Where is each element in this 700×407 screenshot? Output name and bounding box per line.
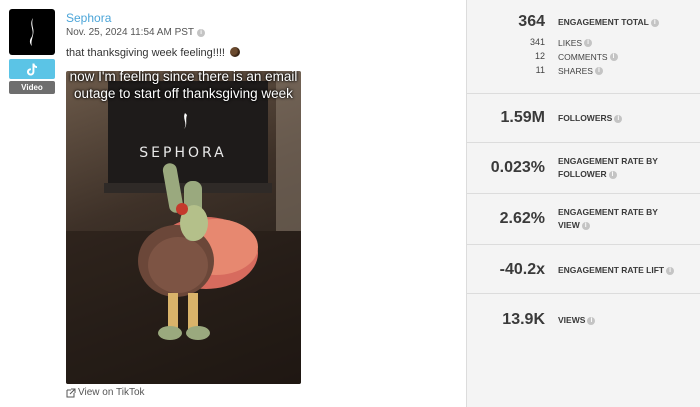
view-link-text[interactable]: View on TikTok	[78, 387, 145, 398]
engagement-rate-follower-label-line2-wrap: FOLLOWER i	[558, 168, 658, 181]
post-media-thumbnail[interactable]: SEPHORA now I'm feeling since there is a…	[66, 71, 301, 384]
sephora-logo-icon	[29, 18, 34, 46]
engagement-total-label: ENGAGEMENT TOTAL i	[558, 16, 659, 29]
views-value: 13.9K	[502, 311, 545, 328]
info-icon[interactable]: i	[609, 53, 618, 61]
followers-label-text: FOLLOWERS	[558, 113, 613, 123]
metric-followers: 1.59M FOLLOWERS i	[467, 94, 700, 143]
engagement-rate-view-label-line2-wrap: VIEW i	[558, 219, 658, 232]
timestamp-text: Nov. 25, 2024 11:54 AM PST	[66, 27, 195, 38]
comments-label: COMMENTS i	[558, 52, 618, 62]
likes-label-text: LIKES	[558, 38, 583, 48]
engagement-rate-view-label-line2: VIEW	[558, 220, 580, 230]
info-icon[interactable]: i	[650, 18, 659, 27]
view-on-tiktok-link[interactable]: View on TikTok	[66, 387, 145, 398]
metric-engagement-rate-follower: 0.023% ENGAGEMENT RATE BY FOLLOWER i	[467, 143, 700, 194]
views-label: VIEWS i	[558, 314, 596, 327]
metric-engagement-rate-view: 2.62% ENGAGEMENT RATE BY VIEW i	[467, 194, 700, 245]
engagement-rate-lift-value: -40.2x	[499, 261, 545, 278]
media-brand-text: SEPHORA	[139, 145, 226, 161]
tiktok-platform-badge	[9, 59, 55, 79]
likes-label: LIKES i	[558, 38, 593, 48]
shares-label-text: SHARES	[558, 66, 593, 76]
info-icon[interactable]: i	[587, 316, 596, 325]
tiktok-icon	[27, 63, 37, 75]
metric-engagement-rate-lift: -40.2x ENGAGEMENT RATE LIFT i	[467, 245, 700, 294]
caption-text: that thanksgiving week feeling!!!!	[66, 47, 225, 59]
engagement-rate-follower-label-line1: ENGAGEMENT RATE BY	[558, 156, 658, 166]
info-icon[interactable]: i	[584, 39, 593, 47]
likes-value-wrap: 341	[505, 37, 545, 49]
media-type-tag: Video	[9, 81, 55, 94]
engagement-rate-follower-label: ENGAGEMENT RATE BY FOLLOWER i	[558, 155, 658, 181]
shares-value-wrap: 11	[505, 65, 545, 77]
engagement-rate-view-label: ENGAGEMENT RATE BY VIEW i	[558, 206, 658, 232]
account-avatar[interactable]	[9, 9, 55, 55]
engagement-total-value: 364	[518, 13, 545, 30]
pie-emoji-icon	[230, 47, 241, 57]
info-icon[interactable]: i	[197, 28, 206, 37]
post-caption: that thanksgiving week feeling!!!!	[66, 47, 241, 59]
engagement-rate-follower-label-line2: FOLLOWER	[558, 169, 607, 179]
likes-value: 341	[529, 37, 545, 47]
account-name-link[interactable]: Sephora	[66, 11, 111, 25]
engagement-rate-follower-value: 0.023%	[490, 159, 545, 176]
engagement-rate-view-label-line1: ENGAGEMENT RATE BY	[558, 207, 658, 217]
engagement-total-label-text: ENGAGEMENT TOTAL	[558, 17, 649, 27]
post-timestamp: Nov. 25, 2024 11:54 AM PST i	[66, 27, 206, 38]
post-panel: Video Sephora Nov. 25, 2024 11:54 AM PST…	[0, 0, 466, 407]
info-icon[interactable]: i	[581, 221, 590, 230]
metric-views: 13.9K VIEWS i	[467, 294, 700, 407]
metric-engagement-total: 364 ENGAGEMENT TOTAL i 341 LIKES i 12 CO…	[467, 0, 700, 94]
metrics-panel: 364 ENGAGEMENT TOTAL i 341 LIKES i 12 CO…	[467, 0, 700, 407]
engagement-rate-view-value: 2.62%	[499, 210, 545, 227]
views-label-text: VIEWS	[558, 315, 586, 325]
followers-value: 1.59M	[500, 109, 545, 126]
info-icon[interactable]: i	[614, 114, 623, 123]
shares-value: 11	[535, 65, 545, 75]
followers-label: FOLLOWERS i	[558, 112, 623, 125]
info-icon[interactable]: i	[666, 266, 675, 275]
media-image: SEPHORA	[66, 71, 301, 384]
media-overlay-text: now I'm feeling since there is an email …	[69, 71, 298, 101]
comments-label-text: COMMENTS	[558, 52, 608, 62]
comments-value: 12	[534, 51, 545, 61]
engagement-rate-lift-label-text: ENGAGEMENT RATE LIFT	[558, 265, 665, 275]
comments-value-wrap: 12	[505, 51, 545, 63]
info-icon[interactable]: i	[608, 170, 617, 179]
external-link-icon	[66, 388, 76, 397]
engagement-rate-lift-label: ENGAGEMENT RATE LIFT i	[558, 264, 675, 277]
shares-label: SHARES i	[558, 66, 603, 76]
info-icon[interactable]: i	[594, 67, 603, 75]
